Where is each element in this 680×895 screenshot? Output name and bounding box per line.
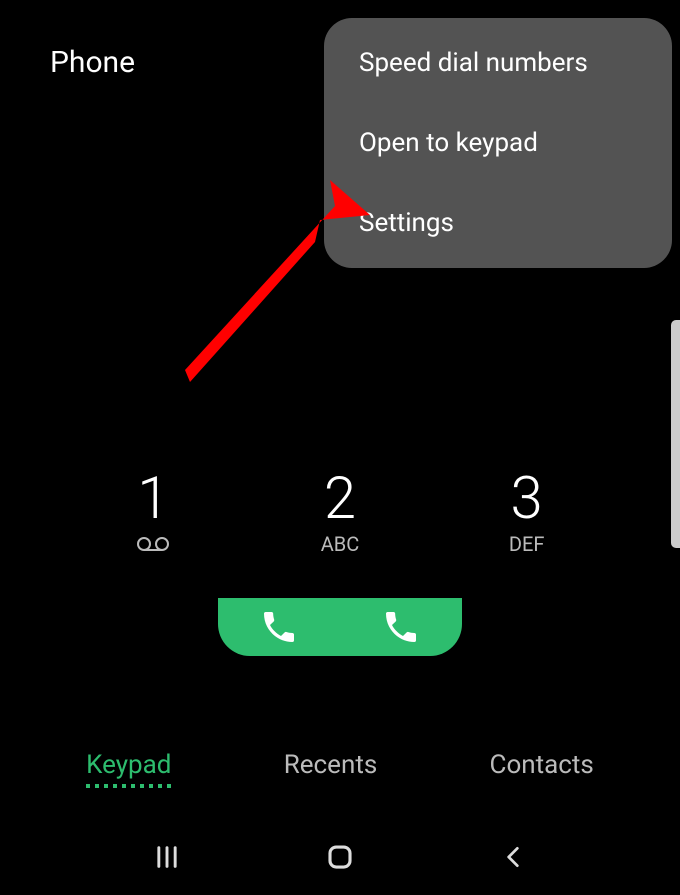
tab-contacts[interactable]: Contacts	[490, 750, 594, 780]
scroll-indicator[interactable]	[671, 320, 680, 548]
home-button[interactable]	[310, 837, 370, 877]
key-digit: 1	[137, 470, 169, 528]
phone-icon	[259, 607, 299, 647]
menu-item-open-keypad[interactable]: Open to keypad	[359, 128, 637, 158]
bottom-tabs: Keypad Recents Contacts	[0, 750, 680, 780]
back-button[interactable]	[483, 837, 543, 877]
system-nav-bar	[0, 837, 680, 877]
phone-icon	[381, 607, 421, 647]
key-digit: 2	[324, 470, 356, 528]
home-icon	[325, 842, 355, 872]
menu-item-speed-dial[interactable]: Speed dial numbers	[359, 48, 637, 78]
menu-item-settings[interactable]: Settings	[359, 208, 637, 238]
key-letters: DEF	[509, 532, 545, 556]
key-letters: ABC	[321, 532, 360, 556]
keypad-key-1[interactable]: 1	[93, 470, 213, 556]
recents-icon	[153, 843, 181, 871]
tab-recents[interactable]: Recents	[284, 750, 378, 780]
recents-button[interactable]	[137, 837, 197, 877]
keypad-key-2[interactable]: 2 ABC	[280, 470, 400, 556]
tab-keypad[interactable]: Keypad	[86, 750, 171, 780]
call-button[interactable]	[218, 598, 462, 656]
keypad-key-3[interactable]: 3 DEF	[467, 470, 587, 556]
key-digit: 3	[511, 470, 543, 528]
overflow-menu: Speed dial numbers Open to keypad Settin…	[324, 18, 672, 268]
voicemail-icon	[136, 536, 170, 556]
back-icon	[500, 844, 526, 870]
keypad-row: 1 2 ABC 3 DEF	[0, 470, 680, 556]
page-title: Phone	[50, 45, 135, 80]
